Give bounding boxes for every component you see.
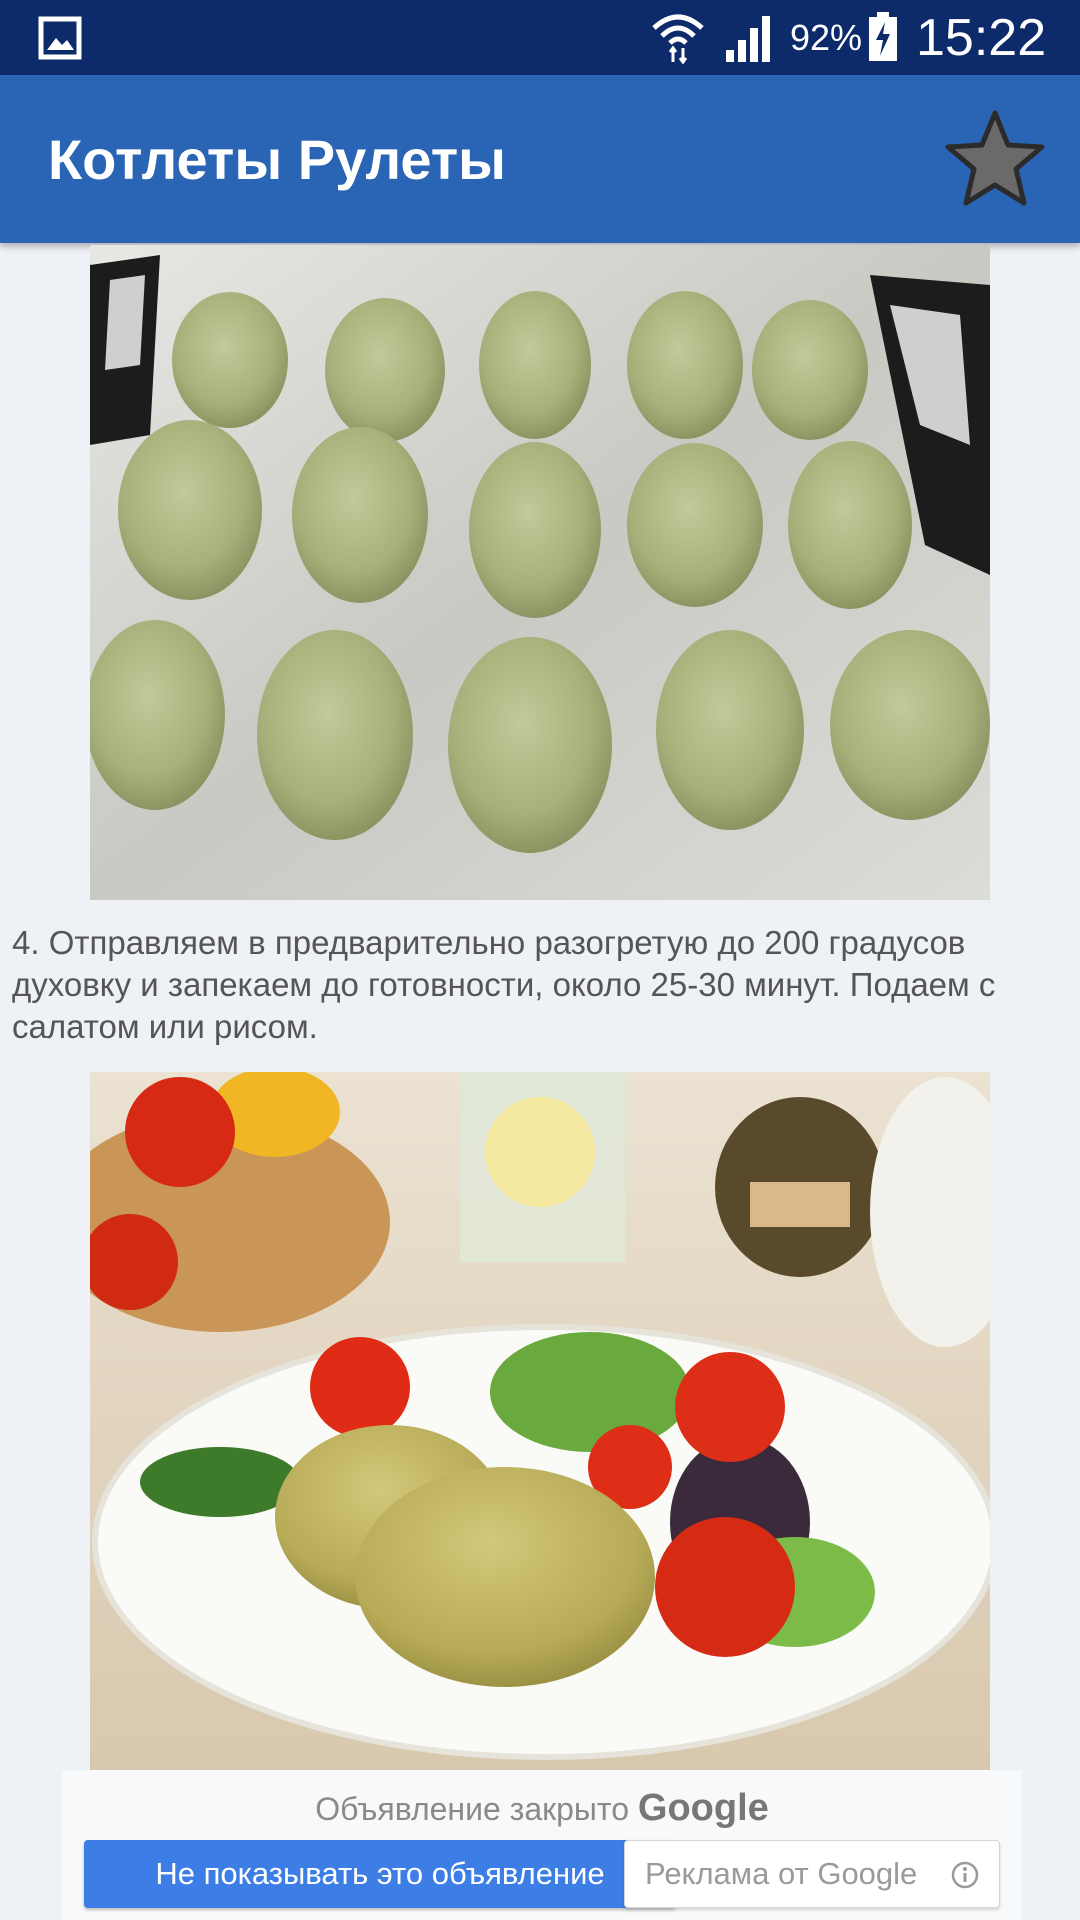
ad-closed-text: Объявление закрыто xyxy=(315,1791,630,1827)
app-bar: Котлеты Рулеты xyxy=(0,75,1080,243)
page-title: Котлеты Рулеты xyxy=(48,128,506,191)
ads-by-google-button[interactable]: Реклама от Google xyxy=(624,1840,1000,1908)
google-logo-text: Google xyxy=(637,1787,769,1829)
favorite-star-icon[interactable] xyxy=(942,107,1048,213)
battery-charging-icon xyxy=(869,12,897,61)
clock: 15:22 xyxy=(916,9,1047,67)
ad-panel: Объявление закрыто Google Не показывать … xyxy=(62,1770,1022,1920)
dont-show-ad-button[interactable]: Не показывать это объявление xyxy=(84,1840,676,1908)
wifi-icon xyxy=(652,14,704,64)
battery-percent: 92% xyxy=(790,17,863,58)
recipe-photo-served-cutlets xyxy=(90,1072,990,1770)
gallery-icon xyxy=(38,16,82,60)
status-bar: 92% 15:22 xyxy=(0,0,1080,75)
ads-by-google-label: Реклама от Google xyxy=(645,1856,918,1891)
ad-closed-message: Объявление закрыто Google xyxy=(62,1788,1022,1829)
recipe-step-text: 4. Отправляем в предварительно разогрету… xyxy=(12,924,996,1045)
signal-icon xyxy=(726,16,770,62)
info-icon xyxy=(951,1861,979,1889)
recipe-photo-raw-cutlets xyxy=(90,245,990,900)
